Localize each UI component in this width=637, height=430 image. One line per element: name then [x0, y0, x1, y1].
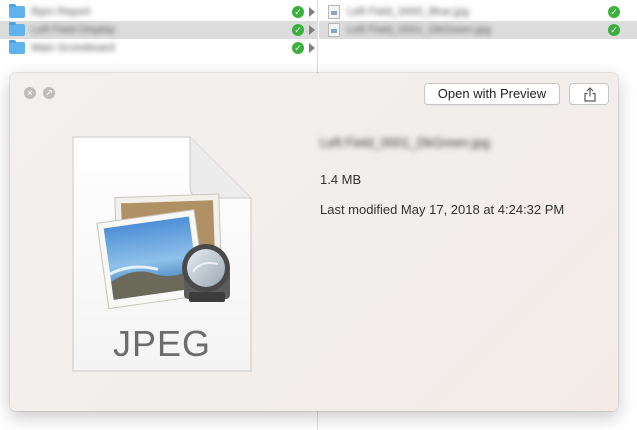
sync-status-icon: ✓ — [292, 24, 304, 36]
item-name: Left Field Display — [31, 24, 116, 36]
list-item[interactable]: Left Field Display ✓ — [0, 21, 317, 39]
item-name: Main Scoreboard — [31, 42, 115, 54]
folder-icon — [9, 22, 25, 36]
open-with-preview-button[interactable]: Open with Preview — [424, 83, 560, 105]
file-type-label: JPEG — [112, 323, 212, 364]
folder-icon — [9, 4, 25, 18]
sync-status-icon: ✓ — [608, 24, 620, 36]
file-name: Left Field_0001_DkGreen.jpg — [320, 135, 490, 150]
list-item[interactable]: Main Scoreboard ✓ — [0, 39, 317, 57]
image-file-icon — [328, 5, 340, 19]
disclosure-arrow-icon — [309, 43, 315, 53]
jpeg-document-icon: JPEG — [72, 136, 252, 372]
list-item[interactable]: Left Field_0001_DkGreen.jpg ✓ — [319, 21, 637, 39]
item-name: Left Field_0001_DkGreen.jpg — [347, 24, 491, 36]
item-name: Left Field_0000_Blue.jpg — [347, 6, 469, 18]
sync-status-icon: ✓ — [292, 6, 304, 18]
share-icon — [584, 87, 596, 102]
sync-status-icon: ✓ — [608, 6, 620, 18]
last-modified: Last modified May 17, 2018 at 4:24:32 PM — [320, 202, 565, 217]
image-file-icon — [328, 23, 340, 37]
disclosure-arrow-icon — [309, 7, 315, 17]
disclosure-arrow-icon — [309, 25, 315, 35]
list-item[interactable]: Left Field_0000_Blue.jpg ✓ — [319, 3, 637, 21]
sync-status-icon: ✓ — [292, 42, 304, 54]
share-button[interactable] — [569, 83, 609, 105]
item-name: Rpm Report — [31, 6, 91, 18]
fullscreen-icon[interactable]: ↗ — [43, 87, 55, 99]
file-size: 1.4 MB — [320, 172, 362, 187]
list-item[interactable]: Rpm Report ✓ — [0, 3, 317, 21]
folder-icon — [9, 40, 25, 54]
quick-look-panel: × ↗ Open with Preview JPEG Left Field_00… — [10, 73, 618, 411]
close-icon[interactable]: × — [24, 87, 36, 99]
